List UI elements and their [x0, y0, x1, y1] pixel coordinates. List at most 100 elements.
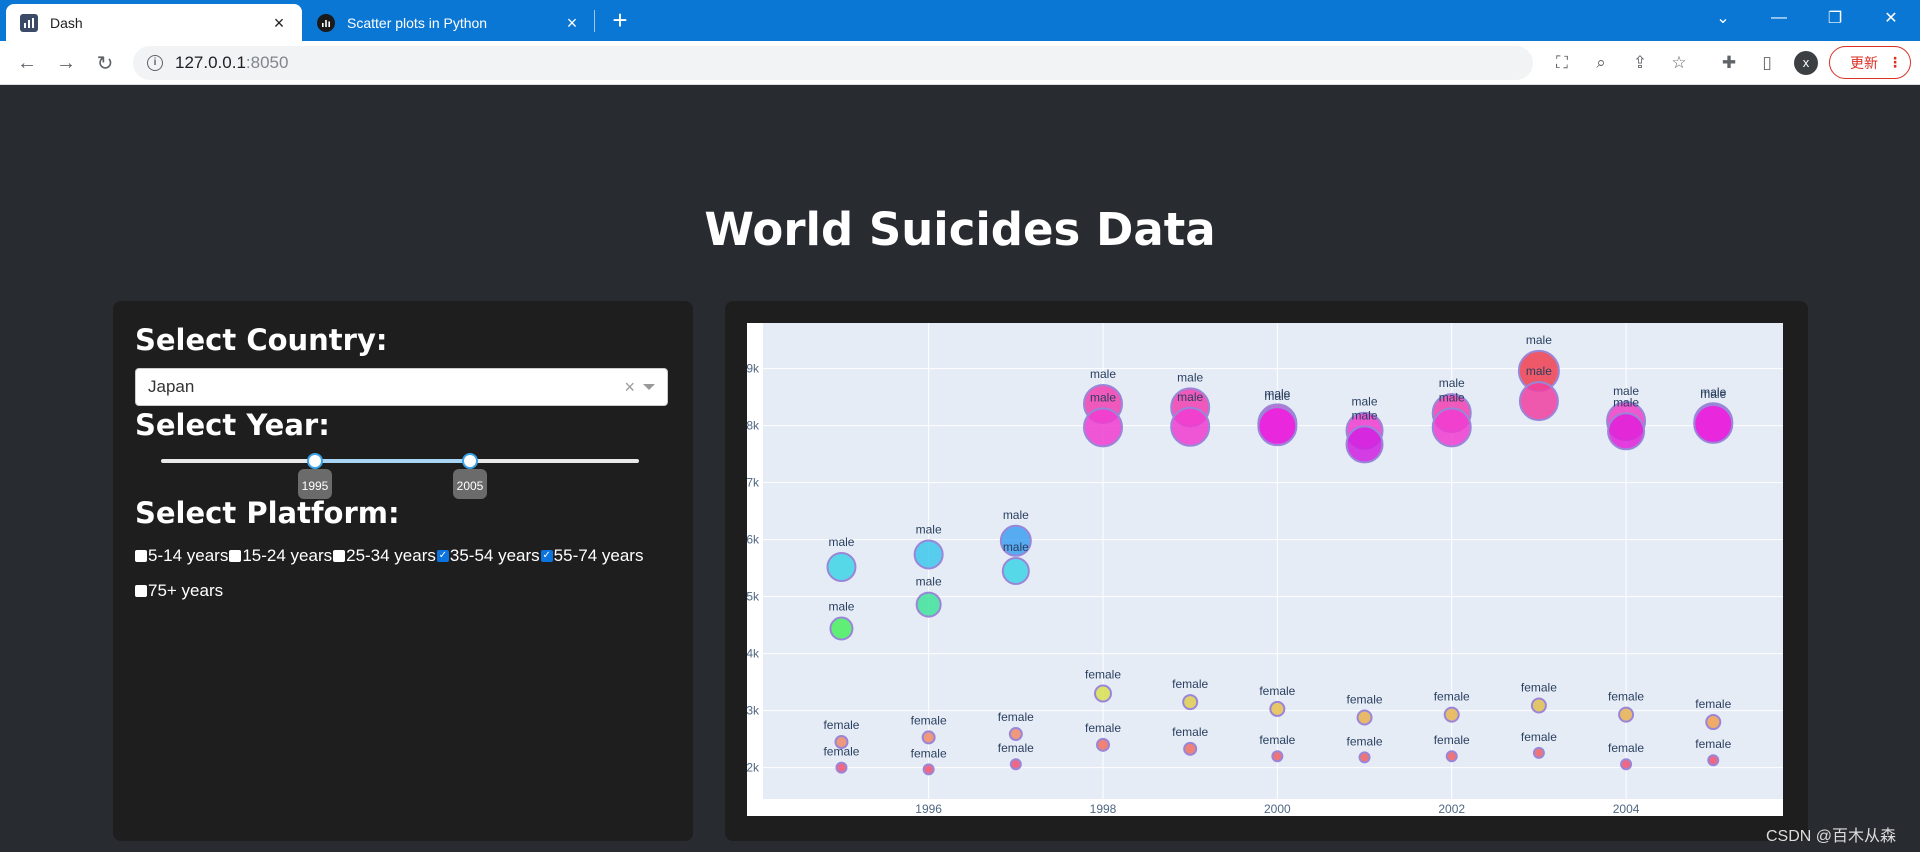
scatter-point [913, 539, 944, 570]
new-tab-plus-icon[interactable]: + [606, 6, 634, 34]
translate-icon[interactable]: ⛶ [1551, 52, 1573, 74]
clear-icon[interactable]: × [624, 377, 635, 398]
scatter-point [835, 761, 848, 774]
tab-separator [594, 10, 595, 32]
point-label: female [1695, 737, 1731, 751]
profile-avatar[interactable]: x [1794, 51, 1818, 75]
checkbox-checked[interactable] [540, 550, 553, 562]
url-host: 127.0.0.1 [175, 53, 246, 72]
scatter-point [1443, 706, 1460, 723]
tab-scatter-plots[interactable]: Scatter plots in Python × [303, 4, 595, 41]
checkbox[interactable] [229, 550, 242, 562]
extensions-puzzle-icon[interactable]: ✚ [1718, 52, 1740, 74]
scatter-point [1707, 754, 1720, 767]
point-label: female [1695, 697, 1731, 711]
window-close-icon[interactable]: ✕ [1868, 0, 1914, 36]
close-icon[interactable]: × [270, 14, 288, 32]
point-label: male [828, 535, 854, 549]
point-label: female [1434, 690, 1470, 704]
point-label: male [1264, 389, 1290, 403]
checkbox[interactable] [135, 585, 147, 597]
y-tick-label: 3k [747, 704, 760, 718]
forward-arrow-icon[interactable]: → [53, 50, 79, 76]
point-label: male [1526, 333, 1552, 347]
chevron-down-icon[interactable] [643, 384, 655, 390]
point-label: female [1347, 734, 1383, 748]
scatter-point [1170, 406, 1211, 447]
update-label: 更新 [1850, 54, 1878, 71]
country-dropdown[interactable]: Japan × [135, 368, 668, 406]
slider-track [315, 459, 470, 463]
page-title: World Suicides Data [704, 203, 1216, 256]
age-option-25-34[interactable]: 25-34 years [333, 546, 436, 566]
age-option-label: 55-74 years [553, 546, 644, 565]
url-port: :8050 [245, 53, 289, 72]
x-tick-label: 2004 [1613, 802, 1640, 816]
y-tick-label: 5k [747, 590, 760, 604]
scatter-point [1001, 556, 1030, 585]
checkbox-checked[interactable] [436, 550, 449, 562]
y-tick-label: 7k [747, 476, 760, 490]
point-label: male [916, 522, 942, 536]
point-label: male [1700, 387, 1726, 401]
age-option-label: 25-34 years [346, 546, 436, 565]
point-label: female [1608, 690, 1644, 704]
restore-icon[interactable]: ❐ [1812, 0, 1858, 36]
plotly-favicon-icon [317, 13, 335, 32]
controls-panel: Select Country: Japan × Select Year: 199… [113, 301, 693, 841]
minimize-icon[interactable]: — [1756, 0, 1802, 36]
age-option-5-14[interactable]: 5-14 years [135, 546, 228, 566]
dash-app: World Suicides Data Select Country: Japa… [0, 86, 1920, 852]
age-option-55-74[interactable]: 55-74 years [540, 546, 644, 566]
y-tick-label: 9k [747, 362, 760, 376]
dash-favicon-icon [20, 13, 38, 32]
address-bar[interactable]: i 127.0.0.1:8050 [133, 46, 1533, 80]
point-label: male [828, 600, 854, 614]
point-label: female [1259, 684, 1295, 698]
slider-handle-end[interactable] [462, 453, 478, 469]
point-label: female [1085, 721, 1121, 735]
share-icon[interactable]: ⇪ [1629, 52, 1651, 74]
scatter-point [1530, 697, 1547, 714]
scatter-point [1269, 700, 1286, 717]
scatter-chart-svg[interactable]: 1996 1998 2000 2002 2004 2k 3k 4k 5k 6k 7k 8k 9k male… [746, 323, 1783, 816]
point-label: male [1352, 408, 1378, 422]
x-tick-label: 1996 [915, 802, 942, 816]
slider-tooltip-start: 1995 [298, 469, 332, 499]
point-label: female [823, 718, 859, 732]
scatter-point [915, 591, 942, 618]
point-label: female [1521, 730, 1557, 744]
age-option-15-24[interactable]: 15-24 years [229, 546, 332, 566]
zoom-icon[interactable]: ⌕ [1590, 52, 1612, 74]
scatter-point [1358, 751, 1371, 764]
point-label: female [1434, 733, 1470, 747]
slider-handle-start[interactable] [307, 453, 323, 469]
checkbox[interactable] [135, 550, 147, 562]
checkbox[interactable] [333, 550, 346, 562]
browser-toolbar: ← → ↻ i 127.0.0.1:8050 ⛶ ⌕ ⇪ ☆ ✚ ▯ x 更新 … [0, 41, 1920, 85]
reload-icon[interactable]: ↻ [92, 50, 118, 76]
back-arrow-icon[interactable]: ← [14, 50, 40, 76]
bookmark-star-icon[interactable]: ☆ [1668, 52, 1690, 74]
age-option-75-plus[interactable]: 75+ years [135, 581, 223, 601]
tab-search-chevron-icon[interactable]: ⌄ [1700, 0, 1746, 36]
close-icon[interactable]: × [563, 14, 581, 32]
point-label: female [998, 710, 1034, 724]
point-label: female [1172, 725, 1208, 739]
point-label: male [1352, 395, 1378, 409]
age-option-35-54[interactable]: 35-54 years [436, 546, 540, 566]
platform-label: Select Platform: [135, 496, 400, 530]
scatter-point [1345, 425, 1384, 464]
tab-dash[interactable]: Dash × [6, 4, 302, 41]
scatter-point [1620, 758, 1633, 771]
side-panel-icon[interactable]: ▯ [1756, 52, 1778, 74]
scatter-point [1705, 714, 1722, 731]
tab-title: Scatter plots in Python [347, 14, 488, 31]
update-button[interactable]: 更新 ⋮ [1829, 46, 1911, 79]
scatter-chart[interactable]: 1996 1998 2000 2002 2004 2k 3k 4k 5k 6k 7k 8k 9k male… [746, 323, 1783, 816]
point-label: female [998, 741, 1034, 755]
age-group-checklist: 5-14 years 15-24 years 25-34 years 35-54… [135, 546, 675, 566]
site-info-icon[interactable]: i [147, 55, 163, 71]
age-group-checklist-row2: 75+ years [135, 581, 675, 601]
scatter-point [921, 730, 936, 745]
